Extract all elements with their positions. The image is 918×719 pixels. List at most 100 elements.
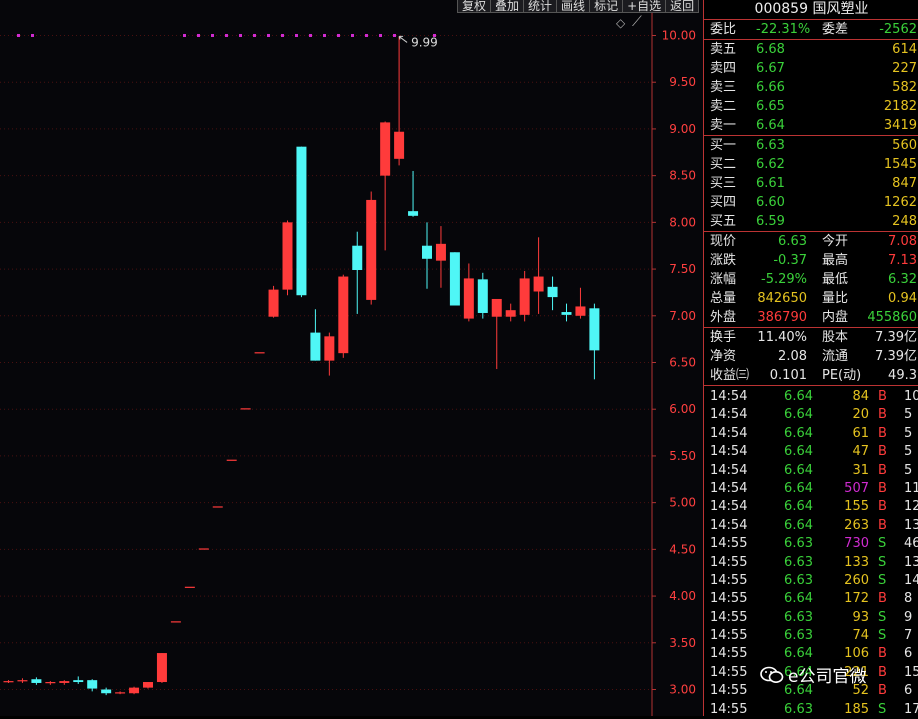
signal-dot xyxy=(17,34,20,37)
signal-dot xyxy=(365,34,368,37)
fund-row: 收益㈢ 0.101 PE(动) 49.3 xyxy=(704,366,918,385)
candle[interactable] xyxy=(352,231,363,314)
candle[interactable] xyxy=(575,287,586,319)
candle[interactable] xyxy=(394,36,405,166)
candle[interactable] xyxy=(505,303,516,322)
candle[interactable] xyxy=(282,220,293,296)
bid-row: 买二 6.62 1545 xyxy=(704,155,918,174)
candle[interactable] xyxy=(115,691,126,695)
wechat-icon xyxy=(760,666,784,683)
candle[interactable] xyxy=(589,303,600,380)
y-tick-label: 10.00 xyxy=(662,29,696,43)
candle[interactable] xyxy=(477,272,488,319)
candle[interactable] xyxy=(380,121,391,251)
candle[interactable] xyxy=(435,226,446,288)
chart-collapse-icon[interactable]: ⟋ xyxy=(632,14,642,30)
quote-value: 842650 xyxy=(757,291,807,306)
candle[interactable] xyxy=(59,680,70,685)
candle[interactable] xyxy=(366,191,377,305)
candle[interactable] xyxy=(45,681,56,685)
candle[interactable] xyxy=(31,677,42,685)
toolbar-button-3[interactable]: 画线 xyxy=(556,0,591,13)
signal-dot xyxy=(379,34,382,37)
candle[interactable] xyxy=(561,303,572,322)
candle[interactable] xyxy=(449,252,460,306)
candle[interactable] xyxy=(422,222,432,289)
candle[interactable] xyxy=(408,170,419,217)
quote-row: 涨跌 -0.37 最高 7.13 xyxy=(704,251,918,270)
tick-volume: 172 xyxy=(844,591,869,607)
tick-side: B xyxy=(878,444,887,460)
tick-time: 14:54 xyxy=(710,499,748,515)
tick-price: 6.64 xyxy=(784,444,813,460)
tick-row: 14:54 6.64 507 B 11 xyxy=(704,480,918,498)
tick-side: B xyxy=(878,407,887,423)
tick-price: 6.63 xyxy=(784,701,813,717)
tick-time: 14:55 xyxy=(710,591,748,607)
quote-value: 7.13 xyxy=(888,253,917,268)
toolbar-button-4[interactable]: 标记 xyxy=(589,0,624,13)
y-tick-label: 6.50 xyxy=(669,356,696,370)
candle[interactable] xyxy=(491,298,502,370)
stock-code: 000859 xyxy=(754,1,808,17)
candle[interactable] xyxy=(3,680,14,683)
ask-row-price: 6.67 xyxy=(756,61,785,76)
toolbar-button-0[interactable]: 复权 xyxy=(457,0,492,13)
toolbar-button-6[interactable]: 返回 xyxy=(665,0,700,13)
toolbar-button-5[interactable]: +自选 xyxy=(622,0,667,13)
fund-label: 股本 xyxy=(822,330,849,345)
stock-title: 000859 国风塑业 xyxy=(704,0,918,20)
bid-row-label: 买三 xyxy=(710,176,737,191)
candle[interactable] xyxy=(296,146,307,298)
bid-list: 买一 6.63 560 买二 6.62 1545 买三 6.61 847 买四 6.60 1262 买五… xyxy=(704,136,918,232)
weibi-value: -22.31% xyxy=(756,22,811,37)
candle[interactable] xyxy=(254,352,265,354)
quote-label: 最低 xyxy=(822,272,849,287)
candle[interactable] xyxy=(156,653,167,683)
ask-row: 卖二 6.65 2182 xyxy=(704,97,918,116)
tick-side: B xyxy=(878,517,887,533)
toolbar-button-1[interactable]: 叠加 xyxy=(490,0,525,13)
candle[interactable] xyxy=(463,263,474,322)
candle[interactable] xyxy=(268,285,279,318)
ask-row-price: 6.64 xyxy=(756,118,785,133)
tick-count: 13 xyxy=(904,554,918,570)
tick-time: 14:55 xyxy=(710,664,748,680)
candle[interactable] xyxy=(170,621,181,623)
tick-volume: 260 xyxy=(844,572,869,588)
y-tick-label: 5.50 xyxy=(669,449,696,463)
candle[interactable] xyxy=(73,676,84,684)
candle[interactable] xyxy=(310,309,321,361)
chart-settings-icon[interactable]: ◇ xyxy=(616,16,625,30)
y-tick-label: 4.00 xyxy=(669,589,696,603)
candle[interactable] xyxy=(198,548,209,550)
candle[interactable] xyxy=(547,276,558,311)
tick-volume: 185 xyxy=(844,701,869,717)
candle[interactable] xyxy=(324,332,335,376)
toolbar-button-2[interactable]: 统计 xyxy=(523,0,558,13)
quote-label: 量比 xyxy=(822,291,849,306)
candle[interactable] xyxy=(533,237,544,314)
signal-dot xyxy=(267,34,270,37)
tick-volume: 47 xyxy=(852,444,869,460)
candle[interactable] xyxy=(17,678,28,683)
tick-price: 6.64 xyxy=(784,517,813,533)
candle[interactable] xyxy=(519,270,530,322)
candle[interactable] xyxy=(338,274,349,358)
kline-chart[interactable]: 10.00 9.50 9.00 8.50 8.00 7.50 7.00 6.50 6.00 5.5… xyxy=(0,0,703,716)
candle[interactable] xyxy=(129,686,140,695)
quote-label: 内盘 xyxy=(822,310,849,325)
candle[interactable] xyxy=(226,459,237,461)
candle[interactable] xyxy=(240,408,251,410)
ask-row-label: 卖一 xyxy=(710,118,737,133)
candle[interactable] xyxy=(212,506,223,508)
tick-time: 14:55 xyxy=(710,609,748,625)
quote-label: 涨跌 xyxy=(710,253,737,268)
candle[interactable] xyxy=(101,687,112,696)
fund-label: 流通 xyxy=(822,349,849,364)
quote-panel: 000859 国风塑业 委比 -22.31% 委差 -2562 卖五 6.68 61… xyxy=(703,0,918,717)
candle[interactable] xyxy=(184,586,195,588)
candle[interactable] xyxy=(143,682,153,689)
tick-count: 6 xyxy=(904,646,913,662)
kline-chart-area[interactable]: 10.00 9.50 9.00 8.50 8.00 7.50 7.00 6.50 6.00 5.5… xyxy=(0,0,703,716)
